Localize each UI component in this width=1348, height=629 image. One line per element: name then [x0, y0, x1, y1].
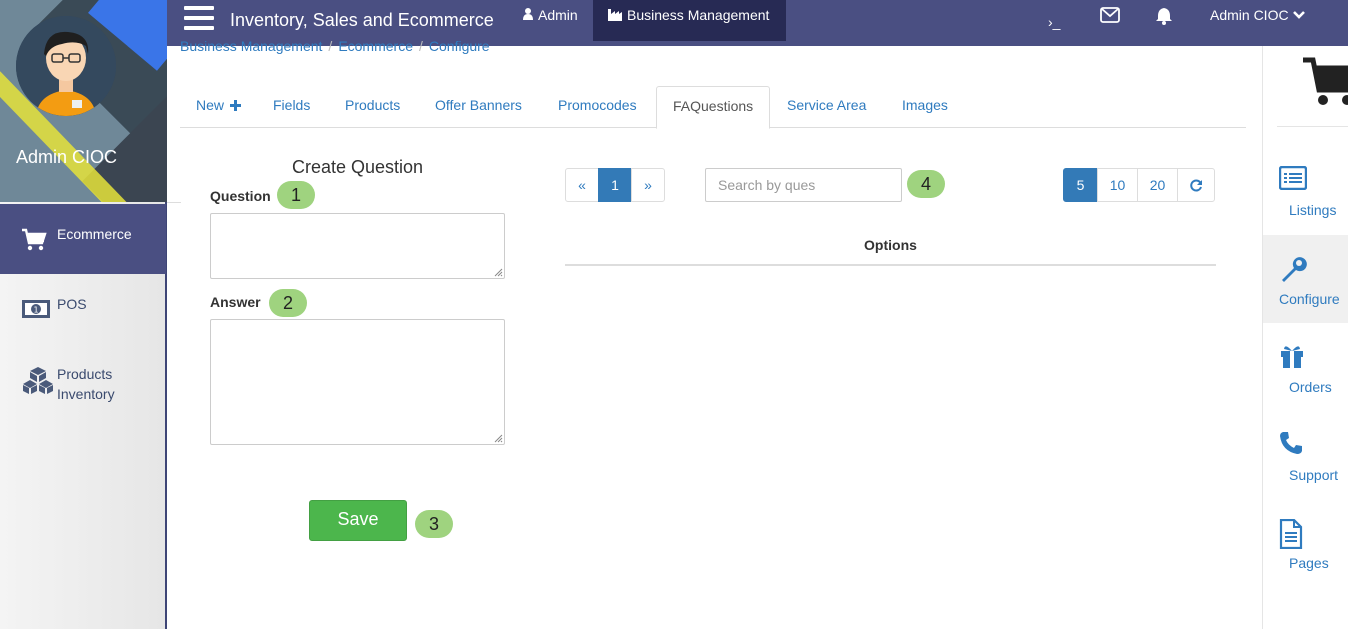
breadcrumb: Business Management / Ecommerce / Configure [180, 38, 490, 54]
gift-icon [1279, 343, 1305, 372]
tab-fields[interactable]: Fields [257, 86, 326, 128]
refresh-button[interactable] [1177, 168, 1215, 202]
app-title: Inventory, Sales and Ecommerce [230, 10, 494, 30]
sidebar-item-label: Ecommerce [57, 226, 132, 242]
step-badge: 3 [415, 510, 453, 538]
tab-label: New [196, 97, 225, 113]
svg-text:1: 1 [33, 306, 38, 315]
user-menu-label: Admin CIOC [1210, 7, 1289, 23]
sidebar-item-pos[interactable]: 1 POS [0, 294, 166, 334]
wrench-icon [1279, 255, 1307, 286]
chevron-down-icon [1292, 7, 1305, 23]
cart-icon [21, 228, 47, 255]
page-size-option[interactable]: 5 [1063, 168, 1098, 202]
sidebar-item-label: POS [57, 296, 87, 312]
money-icon: 1 [21, 298, 51, 323]
rightbar-item-configure[interactable]: Configure [1263, 235, 1348, 323]
terminal-icon[interactable]: ›_ [1048, 14, 1060, 30]
bell-icon[interactable] [1155, 7, 1173, 28]
search-input[interactable] [705, 168, 902, 202]
menu-icon[interactable] [184, 6, 214, 34]
save-button[interactable]: Save [309, 500, 407, 541]
avatar [16, 16, 116, 116]
tab-service-area[interactable]: Service Area [771, 86, 882, 128]
step-badge: 1 [277, 181, 315, 209]
tab-promocodes[interactable]: Promocodes [542, 86, 653, 128]
tab-new[interactable]: New [180, 86, 257, 128]
nav-business-management[interactable]: Business Management [593, 0, 786, 41]
step-badge: 4 [907, 170, 945, 198]
user-menu[interactable]: Admin CIOC [1210, 7, 1305, 23]
tab-faquestions[interactable]: FAQuestions [656, 86, 771, 129]
right-sidebar: Listings Configure Orders Support Pages [1262, 46, 1348, 629]
page-size-option[interactable]: 10 [1097, 168, 1138, 202]
pagination-next[interactable]: » [631, 168, 665, 202]
file-icon [1279, 518, 1303, 552]
refresh-icon [1189, 171, 1203, 203]
phone-icon [1279, 431, 1303, 458]
breadcrumb-item[interactable]: Configure [429, 38, 490, 54]
cubes-icon [21, 366, 55, 399]
mail-icon[interactable] [1100, 7, 1120, 26]
nav-admin-label: Admin [538, 7, 578, 23]
rightbar-item-support[interactable]: Support [1263, 411, 1348, 499]
options-header: Options [565, 228, 1216, 266]
tab-bar: New Fields Products Offer Banners Promoc… [180, 86, 1246, 129]
list-icon [1278, 165, 1308, 193]
rightbar-item-label: Pages [1289, 555, 1329, 571]
industry-icon [608, 8, 622, 24]
rightbar-item-orders[interactable]: Orders [1263, 323, 1348, 411]
rightbar-item-label: Listings [1289, 202, 1337, 218]
breadcrumb-item[interactable]: Business Management [180, 38, 322, 54]
profile-name: Admin CIOC [16, 147, 118, 167]
resize-grip-icon[interactable] [493, 433, 503, 443]
page-size-selector: 5 10 20 [1063, 168, 1215, 202]
page-size-option[interactable]: 20 [1137, 168, 1178, 202]
divider [167, 202, 181, 203]
resize-grip-icon[interactable] [493, 267, 503, 277]
question-field[interactable] [210, 213, 505, 279]
question-label: Question [210, 188, 271, 204]
answer-label: Answer [210, 294, 261, 310]
answer-field[interactable] [210, 319, 505, 445]
sidebar-item-label: Products Inventory [57, 366, 115, 402]
rightbar-item-label: Support [1289, 467, 1339, 483]
breadcrumb-item[interactable]: Ecommerce [338, 38, 413, 54]
rightbar-item-pages[interactable]: Pages [1263, 499, 1348, 587]
nav-business-label: Business Management [627, 7, 770, 23]
tab-images[interactable]: Images [886, 86, 964, 128]
form-title: Create Question [292, 157, 424, 177]
sidebar-item-ecommerce[interactable]: Ecommerce [0, 204, 166, 274]
pagination-page[interactable]: 1 [598, 168, 632, 202]
rightbar-item-listings[interactable]: Listings [1263, 146, 1348, 234]
left-sidebar: Admin CIOC Ecommerce 1 POS Products Inve… [0, 0, 167, 629]
sidebar-item-products-inventory[interactable]: Products Inventory [0, 364, 166, 414]
pagination-prev[interactable]: « [565, 168, 599, 202]
tab-offer-banners[interactable]: Offer Banners [419, 86, 538, 128]
user-icon [523, 7, 533, 23]
plus-icon [229, 98, 241, 114]
rightbar-item-label: Orders [1289, 379, 1332, 395]
pagination: « 1 » [565, 168, 665, 202]
rightbar-item-label: Configure [1279, 291, 1340, 307]
cart-icon[interactable] [1303, 56, 1348, 109]
step-badge: 2 [269, 289, 307, 317]
profile-card: Admin CIOC [0, 0, 167, 202]
nav-admin[interactable]: Admin [523, 7, 578, 23]
tab-products[interactable]: Products [329, 86, 416, 128]
